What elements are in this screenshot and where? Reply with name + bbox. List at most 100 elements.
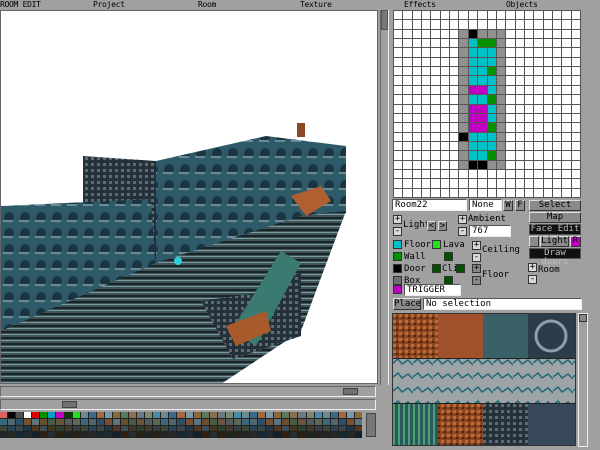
grid-cell[interactable]	[440, 57, 450, 67]
room-map-grid[interactable]	[393, 10, 581, 198]
grid-cell[interactable]	[562, 160, 571, 169]
palette-swatch[interactable]	[153, 418, 161, 425]
grid-cell[interactable]	[394, 76, 403, 85]
palette-swatch[interactable]	[104, 412, 112, 418]
grid-cell[interactable]	[487, 169, 496, 179]
viewport-horizontal-scrollbar[interactable]	[0, 386, 376, 397]
grid-cell[interactable]	[431, 85, 440, 95]
palette-swatch[interactable]	[0, 425, 8, 432]
face-edit-button[interactable]: Face Edit	[529, 224, 581, 235]
grid-cell[interactable]	[524, 132, 534, 141]
grid-cell[interactable]	[515, 123, 524, 132]
grid-cell[interactable]	[571, 160, 580, 169]
palette-swatch[interactable]	[282, 425, 290, 432]
palette-swatch[interactable]	[185, 412, 193, 418]
palette-swatch[interactable]	[129, 412, 137, 418]
grid-cell[interactable]	[562, 141, 571, 151]
grid-cell[interactable]	[468, 57, 478, 67]
grid-cell[interactable]	[403, 39, 412, 48]
grid-cell[interactable]	[571, 141, 580, 151]
palette-swatch[interactable]	[354, 418, 362, 425]
grid-cell[interactable]	[422, 67, 431, 76]
grid-cell[interactable]	[412, 123, 422, 132]
palette-swatch[interactable]	[298, 425, 306, 432]
grid-cell[interactable]	[524, 169, 534, 179]
grid-cell[interactable]	[534, 39, 543, 48]
grid-cell[interactable]	[394, 29, 403, 39]
grid-cell[interactable]	[422, 29, 431, 39]
palette-swatch[interactable]	[137, 418, 145, 425]
grid-cell[interactable]	[412, 76, 422, 85]
palette-swatch[interactable]	[282, 432, 290, 438]
palette-swatch[interactable]	[8, 425, 16, 432]
grid-cell[interactable]	[506, 11, 515, 20]
palette-swatch[interactable]	[24, 418, 32, 425]
palette-swatch[interactable]	[241, 412, 250, 418]
grid-cell[interactable]	[524, 113, 534, 123]
palette-swatch[interactable]	[274, 412, 282, 418]
grid-cell[interactable]	[534, 160, 543, 169]
grid-cell[interactable]	[412, 132, 422, 141]
light-minus-button[interactable]: -	[393, 227, 402, 236]
palette-swatch[interactable]	[32, 432, 40, 438]
grid-cell[interactable]	[431, 76, 440, 85]
grid-cell[interactable]	[515, 29, 524, 39]
grid-cell[interactable]	[515, 113, 524, 123]
palette-swatch[interactable]	[217, 412, 225, 418]
grid-cell[interactable]	[431, 104, 440, 113]
grid-cell[interactable]	[571, 132, 580, 141]
grid-cell[interactable]	[394, 104, 403, 113]
grid-cell[interactable]	[459, 123, 468, 132]
grid-cell[interactable]	[450, 20, 459, 29]
palette-swatch[interactable]	[314, 418, 322, 425]
palette-swatch[interactable]	[145, 425, 153, 432]
palette-swatch[interactable]	[225, 425, 233, 432]
grid-cell[interactable]	[459, 179, 468, 188]
grid-cell[interactable]	[524, 160, 534, 169]
grid-cell[interactable]	[562, 95, 571, 104]
palette-swatch[interactable]	[104, 432, 112, 438]
palette-swatch[interactable]	[56, 418, 64, 425]
grid-cell[interactable]	[478, 11, 487, 20]
palette-swatch[interactable]	[48, 418, 56, 425]
palette-swatch[interactable]	[346, 432, 354, 438]
palette-swatch[interactable]	[258, 425, 266, 432]
grid-cell[interactable]	[506, 169, 515, 179]
grid-cell[interactable]	[450, 169, 459, 179]
palette-swatch[interactable]	[32, 412, 40, 418]
palette-swatch[interactable]	[96, 418, 104, 425]
grid-cell[interactable]	[534, 179, 543, 188]
grid-cell[interactable]	[487, 57, 496, 67]
palette-swatch[interactable]	[161, 432, 169, 438]
grid-cell[interactable]	[487, 29, 496, 39]
grid-cell[interactable]	[403, 179, 412, 188]
grid-cell[interactable]	[394, 57, 403, 67]
grid-cell[interactable]	[468, 188, 478, 197]
grid-cell[interactable]	[394, 67, 403, 76]
grid-cell[interactable]	[562, 188, 571, 197]
grid-cell[interactable]	[543, 85, 552, 95]
grid-cell[interactable]	[478, 113, 487, 123]
grid-cell[interactable]	[412, 29, 422, 39]
grid-cell[interactable]	[431, 29, 440, 39]
grid-cell[interactable]	[422, 169, 431, 179]
grid-cell[interactable]	[468, 29, 478, 39]
grid-cell[interactable]	[431, 39, 440, 48]
grid-cell[interactable]	[571, 113, 580, 123]
grid-cell[interactable]	[450, 104, 459, 113]
grid-cell[interactable]	[534, 85, 543, 95]
palette-swatch[interactable]	[0, 412, 8, 418]
grid-cell[interactable]	[562, 57, 571, 67]
grid-cell[interactable]	[515, 76, 524, 85]
palette-swatch[interactable]	[306, 418, 314, 425]
grid-cell[interactable]	[422, 123, 431, 132]
grid-cell[interactable]	[478, 151, 487, 160]
palette-swatch[interactable]	[266, 425, 274, 432]
grid-cell[interactable]	[412, 179, 422, 188]
grid-cell[interactable]	[403, 11, 412, 20]
palette-swatch[interactable]	[40, 425, 48, 432]
grid-cell[interactable]	[478, 188, 487, 197]
grid-cell[interactable]	[459, 104, 468, 113]
grid-cell[interactable]	[394, 151, 403, 160]
grid-cell[interactable]	[524, 48, 534, 57]
